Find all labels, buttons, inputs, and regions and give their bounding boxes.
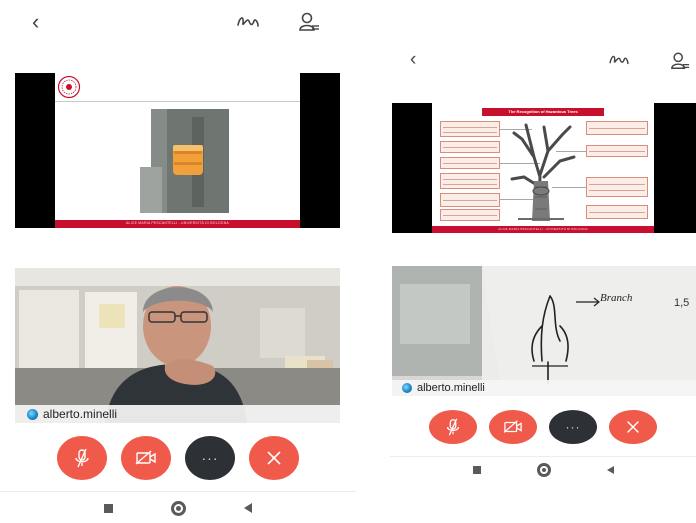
more-options-icon: ··· bbox=[201, 450, 219, 466]
toggle-camera-button[interactable] bbox=[489, 410, 537, 444]
chevron-left-icon[interactable]: ‹ bbox=[410, 49, 416, 71]
slide-footer: ALICE MARIA PESCANTELLI - UNIVERSITÀ DI … bbox=[432, 226, 654, 233]
hang-up-button[interactable] bbox=[249, 436, 299, 480]
microphone-muted-icon bbox=[446, 418, 460, 436]
phone-screen-right: ‹ The Recognition of Hazardous Trees ALI… bbox=[390, 38, 696, 488]
hang-up-button[interactable] bbox=[609, 410, 657, 444]
back-triangle-icon[interactable] bbox=[244, 503, 252, 513]
camera-video-view: alberto.minelli bbox=[15, 268, 340, 423]
android-nav-bar bbox=[0, 500, 356, 516]
university-seal-icon bbox=[57, 75, 81, 99]
camera-off-icon bbox=[135, 450, 156, 465]
call-controls: ··· bbox=[390, 410, 696, 444]
presentation-slide: ALICE MARIA PESCANTELLI - UNIVERSITÀ DI … bbox=[55, 73, 300, 228]
home-icon[interactable] bbox=[536, 463, 551, 477]
slide-footer: ALICE MARIA PESCANTELLI - UNIVERSITÀ DI … bbox=[55, 220, 300, 228]
hazardous-tree-illustration bbox=[510, 123, 576, 221]
annotation-box bbox=[440, 209, 500, 221]
mute-microphone-button[interactable] bbox=[57, 436, 107, 480]
recent-apps-icon[interactable] bbox=[104, 503, 113, 513]
toggle-camera-button[interactable] bbox=[121, 436, 171, 480]
camera-off-icon bbox=[503, 420, 522, 433]
annotation-box bbox=[586, 205, 648, 219]
participants-list-icon[interactable] bbox=[670, 51, 690, 71]
microphone-muted-icon bbox=[75, 448, 89, 468]
more-options-button[interactable]: ··· bbox=[549, 410, 597, 444]
annotation-box bbox=[586, 145, 648, 157]
close-icon bbox=[267, 451, 281, 465]
annotation-box bbox=[440, 173, 500, 189]
top-bar: ‹ bbox=[390, 38, 696, 82]
back-triangle-icon[interactable] bbox=[606, 466, 614, 474]
call-controls: ··· bbox=[0, 436, 356, 480]
participant-name-bar: alberto.minelli bbox=[15, 405, 340, 423]
whiteboard-video-frame: 1,5 bbox=[392, 266, 696, 396]
annotation-box bbox=[440, 121, 500, 137]
participant-status-icon bbox=[27, 408, 38, 420]
annotation-box bbox=[586, 177, 648, 197]
nav-divider bbox=[0, 491, 356, 492]
participant-video-frame bbox=[15, 268, 340, 423]
slide-title: The Recognition of Hazardous Trees bbox=[482, 108, 604, 116]
participant-name-bar: alberto.minelli bbox=[392, 380, 696, 396]
participant-name: alberto.minelli bbox=[417, 382, 485, 394]
android-nav-bar bbox=[390, 463, 696, 477]
participant-status-icon bbox=[402, 383, 412, 393]
whiteboard-label: Branch bbox=[600, 292, 633, 304]
recent-apps-icon[interactable] bbox=[472, 466, 481, 474]
squiggle-annotation-icon[interactable] bbox=[608, 52, 630, 68]
annotation-box bbox=[440, 157, 500, 169]
svg-text:1,5: 1,5 bbox=[674, 297, 689, 309]
screen-share-view: The Recognition of Hazardous Trees ALICE… bbox=[392, 103, 696, 233]
annotation-box bbox=[440, 193, 500, 207]
more-options-icon: ··· bbox=[565, 420, 581, 434]
participants-list-icon[interactable] bbox=[298, 11, 320, 33]
top-bar: ‹ bbox=[0, 0, 356, 44]
mute-microphone-button[interactable] bbox=[429, 410, 477, 444]
home-icon[interactable] bbox=[171, 500, 186, 516]
presentation-slide: The Recognition of Hazardous Trees ALICE… bbox=[432, 103, 654, 233]
slide-header-rule bbox=[55, 101, 300, 102]
participant-name: alberto.minelli bbox=[43, 407, 118, 421]
annotation-box bbox=[440, 141, 500, 153]
annotation-box bbox=[586, 121, 648, 135]
camera-video-view: 1,5 Branch alberto.minelli bbox=[392, 266, 696, 396]
squiggle-annotation-icon[interactable] bbox=[236, 13, 260, 31]
nav-divider bbox=[390, 456, 696, 457]
tree-trunk-photo bbox=[137, 107, 232, 213]
more-options-button[interactable]: ··· bbox=[185, 436, 235, 480]
screen-share-view: ALICE MARIA PESCANTELLI - UNIVERSITÀ DI … bbox=[15, 73, 340, 228]
phone-screen-left: ‹ ALICE MARIA PESCANTELLI - UNIVERSITÀ D… bbox=[0, 0, 356, 523]
close-icon bbox=[627, 421, 639, 433]
chevron-left-icon[interactable]: ‹ bbox=[32, 11, 39, 33]
